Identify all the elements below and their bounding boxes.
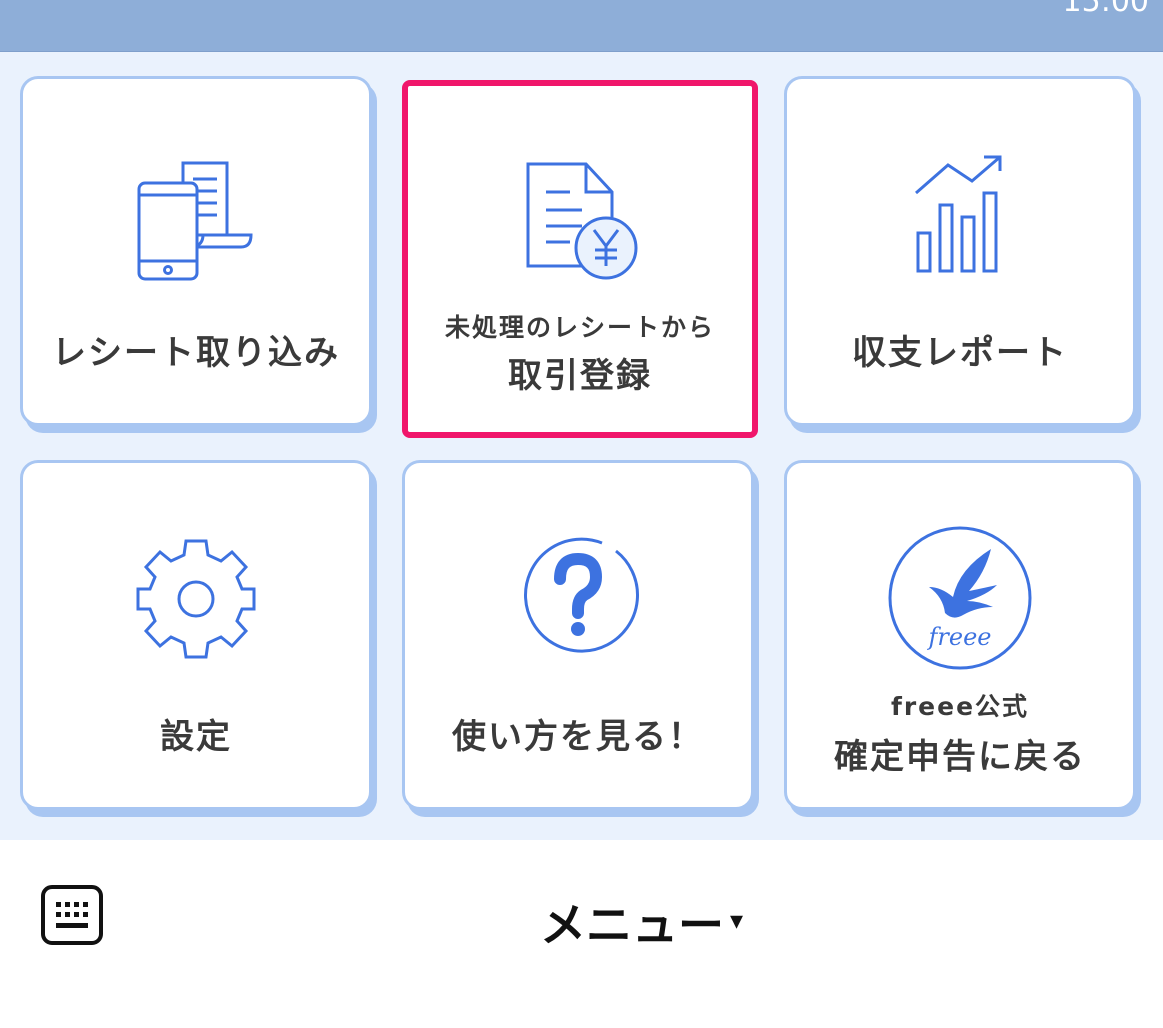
- tile-label: 確定申告に戻る: [834, 737, 1086, 777]
- bar-chart-trend-icon: [915, 155, 1002, 273]
- tile-receipt-import[interactable]: レシート取り込み: [20, 76, 372, 426]
- phone-receipt-icon: [137, 161, 253, 281]
- tile-label: 設定: [160, 717, 232, 757]
- chevron-down-icon[interactable]: ▾: [730, 906, 743, 936]
- rich-menu-grid: レシート取り込み 未処理のレシートから 取引登録 収支レポート 設定 使い方を見…: [0, 52, 1163, 840]
- keyboard-icon[interactable]: [40, 884, 104, 946]
- tile-income-report[interactable]: 収支レポート: [784, 76, 1136, 426]
- gear-icon: [136, 539, 256, 659]
- freee-logo-text: freee: [927, 623, 992, 651]
- document-yen-icon: [526, 162, 638, 280]
- tile-sublabel: 未処理のレシートから: [444, 313, 715, 342]
- tile-label: 収支レポート: [852, 333, 1068, 373]
- status-time: 15:00: [1062, 0, 1149, 19]
- question-icon: [524, 537, 639, 653]
- tile-how-to-use[interactable]: 使い方を見る！: [402, 460, 754, 810]
- freee-logo-icon: freee: [888, 526, 1032, 670]
- tile-sublabel: freee公式: [890, 692, 1030, 721]
- tile-freee-return[interactable]: freee freee公式 確定申告に戻る: [784, 460, 1136, 810]
- tile-label: 使い方を見る！: [452, 717, 704, 757]
- tile-register-transaction[interactable]: 未処理のレシートから 取引登録: [402, 80, 758, 438]
- tile-label: 取引登録: [508, 356, 652, 396]
- tile-label: レシート取り込み: [52, 333, 340, 373]
- tile-settings[interactable]: 設定: [20, 460, 372, 810]
- rich-menu-toggle[interactable]: メニュー: [540, 889, 724, 955]
- chat-header-bar: 15:00: [0, 0, 1163, 52]
